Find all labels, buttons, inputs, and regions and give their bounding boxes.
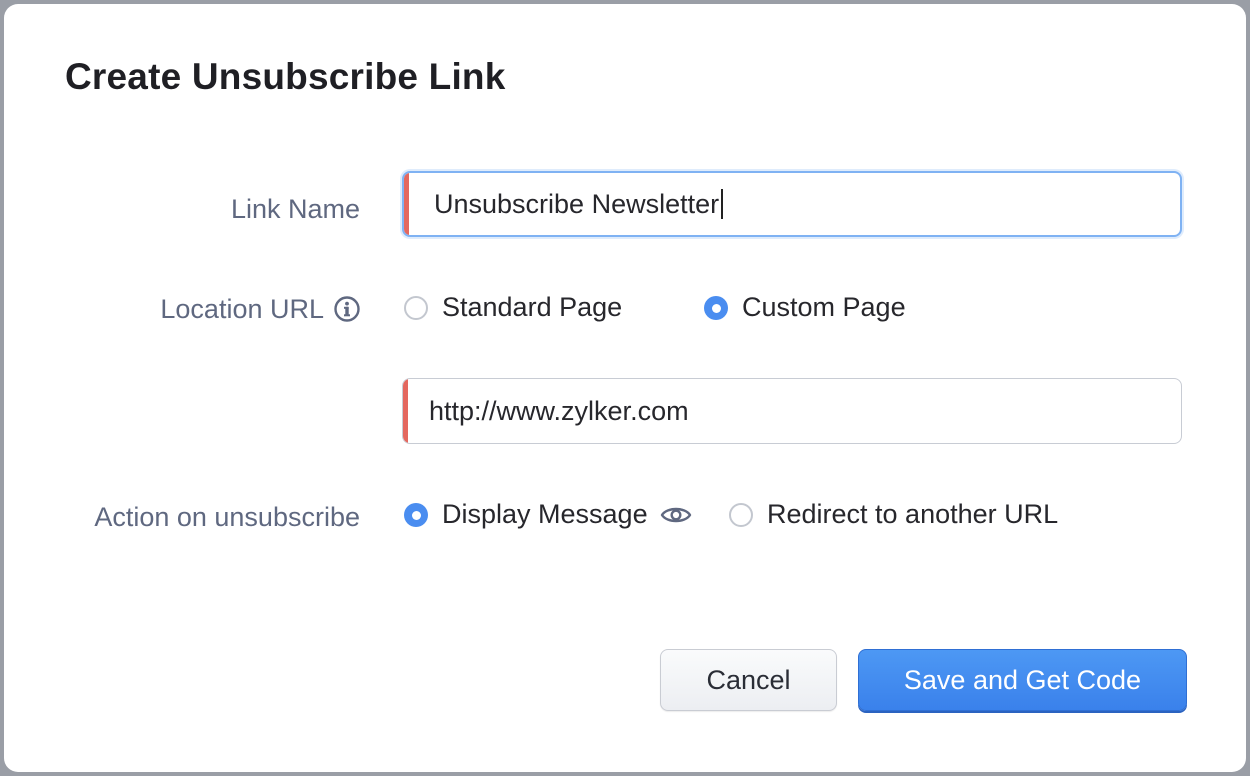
text-caret bbox=[721, 189, 724, 219]
location-url-label-text: Location URL bbox=[160, 294, 324, 324]
redirect-url-label: Redirect to another URL bbox=[767, 499, 1059, 529]
custom-page-radio[interactable]: Custom Page bbox=[704, 292, 906, 323]
dialog-title: Create Unsubscribe Link bbox=[65, 56, 506, 97]
link-name-input[interactable]: Unsubscribe Newsletter bbox=[402, 171, 1182, 237]
standard-page-label: Standard Page bbox=[442, 292, 623, 322]
radio-checked[interactable] bbox=[404, 502, 428, 527]
info-icon[interactable] bbox=[334, 296, 360, 322]
action-on-unsubscribe-label: Action on unsubscribe bbox=[94, 502, 360, 533]
url-value: http://www.zylker.com bbox=[429, 395, 689, 426]
custom-page-label: Custom Page bbox=[742, 292, 906, 322]
cancel-button[interactable]: Cancel bbox=[660, 649, 837, 711]
link-name-label: Link Name bbox=[231, 194, 360, 225]
display-message-radio[interactable]: Display Message bbox=[404, 499, 692, 530]
standard-page-radio[interactable]: Standard Page bbox=[404, 292, 622, 323]
radio-unchecked[interactable] bbox=[404, 295, 428, 320]
redirect-url-radio[interactable]: Redirect to another URL bbox=[729, 499, 1058, 530]
link-name-value: Unsubscribe Newsletter bbox=[434, 173, 724, 235]
display-message-label: Display Message bbox=[442, 499, 648, 529]
link-name-label-text: Link Name bbox=[230, 194, 360, 224]
radio-unchecked[interactable] bbox=[729, 502, 753, 527]
link-name-text: Unsubscribe Newsletter bbox=[434, 188, 720, 219]
location-url-label: Location URL bbox=[160, 294, 360, 325]
custom-page-url-input[interactable]: http://www.zylker.com bbox=[402, 378, 1182, 444]
eye-icon[interactable] bbox=[660, 504, 692, 526]
action-label-text: Action on unsubscribe bbox=[94, 502, 360, 532]
radio-checked[interactable] bbox=[704, 295, 728, 320]
required-indicator bbox=[404, 173, 409, 235]
save-and-get-code-button[interactable]: Save and Get Code bbox=[858, 649, 1187, 711]
create-unsubscribe-link-dialog: Create Unsubscribe Link Link Name Unsubs… bbox=[4, 4, 1246, 772]
required-indicator bbox=[403, 379, 408, 443]
